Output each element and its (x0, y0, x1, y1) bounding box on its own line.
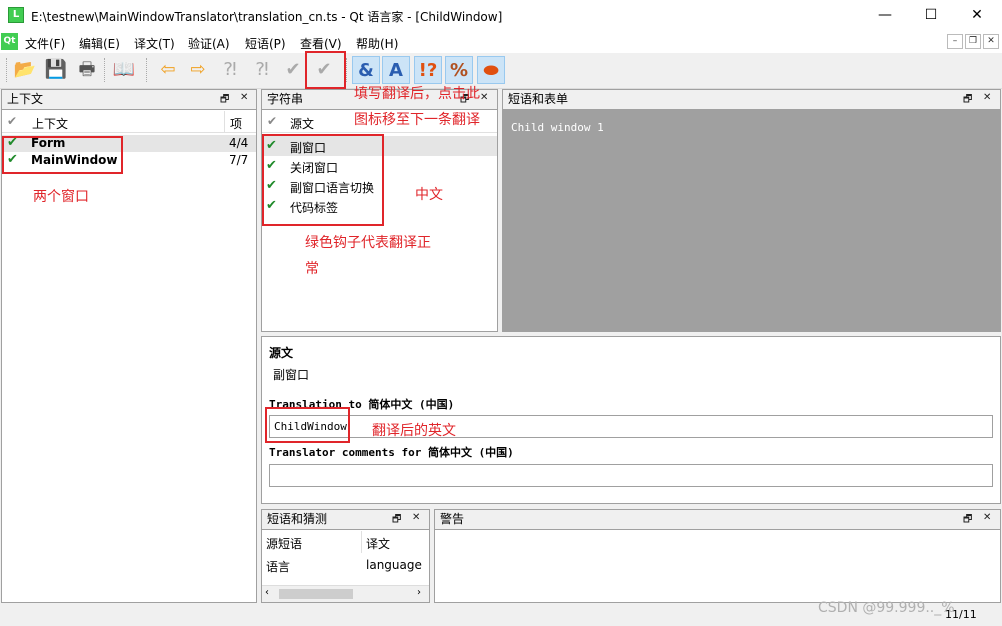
col-phrase-translation[interactable]: 译文 (366, 535, 390, 552)
annotation-two-windows: 两个窗口 (33, 189, 89, 205)
phrase-translation: language (366, 558, 422, 572)
annotation-chinese: 中文 (415, 187, 443, 203)
form-preview-text: Child window 1 (511, 121, 604, 134)
phrases-header: 源短语 译文 (262, 531, 429, 553)
toolbar-separator (104, 58, 105, 82)
menu-validation[interactable]: 验证(A) (188, 35, 230, 52)
dock-close-icon[interactable]: ✕ (412, 512, 420, 523)
app-icon: L (8, 7, 24, 23)
done-column-icon: ✔ (267, 114, 278, 128)
warnings-dock-title: 警告 (435, 510, 1000, 530)
print-icon[interactable]: 🖶 (73, 56, 101, 84)
dock-float-icon[interactable]: 🗗 (963, 92, 972, 109)
annotation-translated-english: 翻译后的英文 (372, 423, 456, 439)
scroll-right-icon[interactable]: › (417, 587, 421, 598)
next-unfinished-icon[interactable]: ⁈ (248, 56, 276, 84)
annotation-move-next: 图标移至下一条翻译 (354, 112, 480, 128)
menu-phrases[interactable]: 短语(P) (245, 35, 286, 52)
context-dock-title: 上下文 (2, 90, 256, 110)
close-button[interactable]: ✕ (954, 0, 1000, 31)
col-source[interactable]: 源文 (290, 115, 314, 132)
dock-close-icon[interactable]: ✕ (983, 92, 991, 103)
accelerator-check-icon[interactable]: & (352, 56, 380, 84)
context-count: 7/7 (229, 153, 249, 167)
warnings-dock: 警告 🗗 ✕ (434, 509, 1001, 603)
mdi-close-icon[interactable]: ✕ (983, 34, 999, 49)
context-header: ✔ 上下文 项 (2, 111, 256, 133)
annotation-fill-translation: 填写翻译后，点击此 (354, 86, 480, 102)
menu-edit[interactable]: 编辑(E) (79, 35, 120, 52)
watermark: CSDN @99.999.._% (818, 600, 955, 616)
placemarker-check-icon[interactable]: % (445, 56, 473, 84)
scroll-left-icon[interactable]: ‹ (265, 587, 269, 598)
highlight-contexts-box (2, 136, 123, 174)
menu-translation[interactable]: 译文(T) (134, 35, 175, 52)
main-window: L E:\testnew\MainWindowTranslator\transl… (0, 0, 1002, 626)
menu-help[interactable]: 帮助(H) (356, 35, 398, 52)
dock-close-icon[interactable]: ✕ (480, 92, 488, 103)
dock-float-icon[interactable]: 🗗 (963, 512, 972, 529)
table-row[interactable]: 语言 language (262, 555, 429, 575)
done-column-icon: ✔ (7, 114, 18, 128)
phrase-check-icon[interactable]: !? (414, 56, 442, 84)
dock-close-icon[interactable]: ✕ (983, 512, 991, 523)
mdi-minimize-icon[interactable]: – (947, 34, 963, 49)
forms-dock-title: 短语和表单 (503, 90, 1000, 110)
prev-unfinished-icon[interactable]: ⁈ (216, 56, 244, 84)
open-icon[interactable]: 📂 (11, 56, 39, 84)
phrases-dock: 短语和猜测 🗗 ✕ 源短语 译文 语言 language ‹ › (261, 509, 430, 603)
save-icon[interactable]: 💾 (42, 56, 70, 84)
source-text: 副窗口 (273, 368, 310, 382)
toolbar-separator (146, 58, 147, 82)
done-icon[interactable]: ✔ (279, 56, 307, 84)
menu-file[interactable]: 文件(F) (25, 35, 65, 52)
dock-close-icon[interactable]: ✕ (240, 92, 248, 103)
scroll-thumb[interactable] (279, 589, 353, 599)
phrasebook-icon[interactable]: 📖 (110, 56, 138, 84)
phrases-dock-title: 短语和猜测 (262, 510, 429, 530)
comments-input[interactable] (269, 464, 993, 487)
dock-float-icon[interactable]: 🗗 (392, 512, 401, 529)
punctuation-check-icon[interactable]: A (382, 56, 410, 84)
maximize-button[interactable]: ☐ (908, 0, 954, 31)
surroundings-icon[interactable]: ⬬ (477, 56, 505, 84)
window-title: E:\testnew\MainWindowTranslator\translat… (31, 10, 503, 24)
forms-dock: 短语和表单 🗗 ✕ Child window 1 (502, 89, 1001, 332)
annotation-green-check-cont: 常 (305, 261, 319, 277)
col-items[interactable]: 项 (230, 115, 242, 132)
annotation-green-check: 绿色钩子代表翻译正 (305, 235, 431, 251)
highlight-strings-box (262, 134, 384, 226)
title-bar: L E:\testnew\MainWindowTranslator\transl… (0, 0, 1002, 31)
col-source-phrase[interactable]: 源短语 (266, 535, 302, 552)
phrase-source: 语言 (266, 560, 291, 574)
source-label: 源文 (269, 346, 294, 360)
prev-icon[interactable]: ⇦ (154, 56, 182, 84)
horizontal-scrollbar[interactable]: ‹ › (262, 585, 429, 602)
highlight-done-next-box (305, 51, 346, 89)
context-count: 4/4 (229, 136, 249, 150)
highlight-translation-box (265, 407, 350, 443)
toolbar-grip (6, 58, 7, 82)
toolbar-separator (346, 58, 347, 82)
qt-logo-icon: Qt (1, 33, 18, 50)
comments-label: Translator comments for 简体中文 (中国) (269, 446, 514, 459)
dock-float-icon[interactable]: 🗗 (220, 92, 229, 109)
menu-view[interactable]: 查看(V) (300, 35, 342, 52)
mdi-restore-icon[interactable]: ❐ (965, 34, 981, 49)
minimize-button[interactable]: — (862, 0, 908, 31)
col-context[interactable]: 上下文 (32, 115, 68, 132)
next-icon[interactable]: ⇨ (184, 56, 212, 84)
